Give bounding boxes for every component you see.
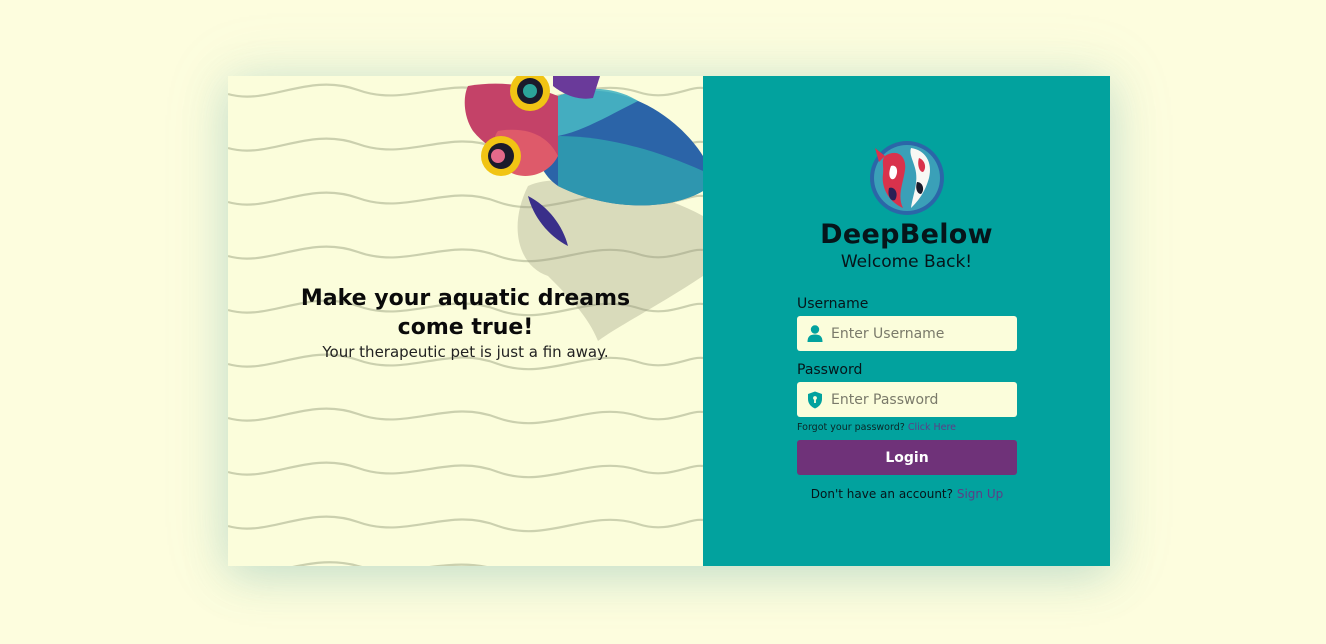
password-label: Password — [797, 362, 863, 378]
welcome-text: Welcome Back! — [840, 252, 973, 272]
login-button[interactable]: Login — [797, 440, 1017, 475]
signup-text: Don't have an account? — [810, 487, 953, 501]
hero-text: Make your aquatic dreams come true! Your… — [228, 284, 703, 362]
hero-panel: Make your aquatic dreams come true! Your… — [228, 76, 703, 566]
signup-prompt: Don't have an account? Sign Up — [797, 487, 1017, 501]
user-icon — [807, 325, 823, 342]
login-form: Username Password Forgot your password? — [797, 294, 1017, 501]
password-field[interactable] — [797, 382, 1017, 417]
username-input[interactable] — [829, 324, 1013, 343]
login-card: Make your aquatic dreams come true! Your… — [228, 76, 1110, 566]
username-field[interactable] — [797, 316, 1017, 351]
brand-name: DeepBelow — [820, 219, 993, 250]
password-input[interactable] — [829, 390, 1013, 409]
hero-title: Make your aquatic dreams come true! — [300, 286, 631, 340]
hero-subtitle: Your therapeutic pet is just a fin away. — [322, 343, 609, 361]
username-label: Username — [797, 296, 869, 312]
forgot-text: Forgot your password? — [797, 422, 905, 433]
forgot-password-link[interactable]: Click Here — [908, 422, 956, 433]
signup-link[interactable]: Sign Up — [957, 487, 1003, 501]
login-panel: DeepBelow Welcome Back! Username Passwor… — [703, 76, 1110, 566]
koi-fish-logo-icon — [870, 141, 944, 215]
shield-icon — [808, 391, 822, 408]
forgot-password: Forgot your password? Click Here — [797, 422, 1017, 433]
